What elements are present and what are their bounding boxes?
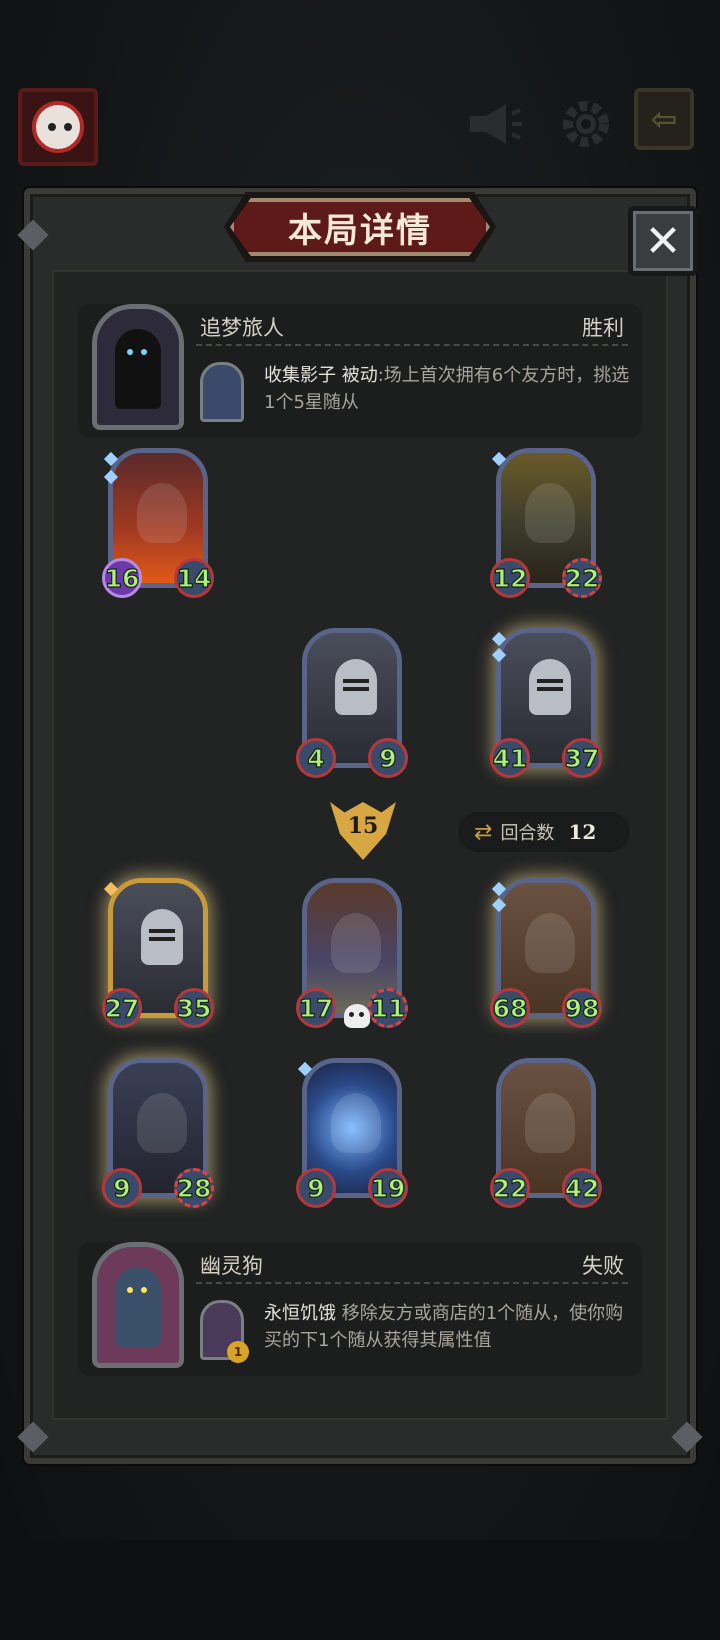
minion-card[interactable]: 9 28 xyxy=(102,1058,214,1208)
hero-power-description: 收集影子 被动:场上首次拥有6个友方时，挑选1个5星随从 xyxy=(264,362,634,416)
art-figure xyxy=(331,913,381,973)
art-figure xyxy=(525,913,575,973)
round-counter: ⇄ 回合数 12 xyxy=(458,812,630,852)
hero-eyes xyxy=(127,349,133,355)
health-value: 42 xyxy=(562,1168,602,1208)
attack-value: 9 xyxy=(102,1168,142,1208)
hero-figure-icon xyxy=(115,1267,161,1347)
health-value: 19 xyxy=(368,1168,408,1208)
minion-card[interactable]: 27 35 xyxy=(102,878,214,1028)
health-value: 37 xyxy=(562,738,602,778)
minion-card[interactable]: 4 9 xyxy=(296,628,408,778)
hero-figure-icon xyxy=(115,329,161,409)
attack-value: 17 xyxy=(296,988,336,1028)
attack-value: 12 xyxy=(490,558,530,598)
close-button[interactable]: ✕ xyxy=(628,206,698,276)
hero-power-cost-badge: 1 xyxy=(227,1341,249,1363)
minion-card[interactable]: 41 37 xyxy=(490,628,602,778)
refresh-icon: ⇄ xyxy=(474,819,493,845)
top-bar: ⇦ xyxy=(0,88,720,168)
health-value: 11 xyxy=(368,988,408,1028)
hero-power-icon[interactable]: 1 xyxy=(200,1300,249,1363)
player-avatar-button[interactable] xyxy=(18,88,98,166)
helmet-icon xyxy=(141,909,183,965)
art-figure xyxy=(137,1093,187,1153)
hero-portrait[interactable] xyxy=(92,1242,184,1368)
health-value: 9 xyxy=(368,738,408,778)
helmet-icon xyxy=(529,659,571,715)
attack-value: 16 xyxy=(102,558,142,598)
art-figure xyxy=(525,483,575,543)
hero-power-description: 永恒饥饿 移除友方或商店的1个随从，使你购买的下1个随从获得其属性值 xyxy=(264,1300,634,1354)
exit-icon[interactable]: ⇦ xyxy=(634,88,694,150)
player-result: 胜利 xyxy=(582,316,624,340)
player-name: 追梦旅人 xyxy=(200,316,284,340)
player-card-loser: 幽灵狗 失败 1 永恒饥饿 移除友方或商店的1个随从，使你购买的下1个随从获得其… xyxy=(78,1242,642,1376)
art-figure xyxy=(525,1093,575,1153)
hero-power-name: 永恒饥饿 xyxy=(264,1303,336,1324)
divider xyxy=(196,1282,628,1284)
player-name: 幽灵狗 xyxy=(200,1254,263,1278)
attack-value: 68 xyxy=(490,988,530,1028)
minion-card[interactable]: 12 22 xyxy=(490,448,602,598)
minion-card[interactable]: 22 42 xyxy=(490,1058,602,1208)
minion-card[interactable]: 16 14 xyxy=(102,448,214,598)
hero-portrait[interactable] xyxy=(92,304,184,430)
bottom-band xyxy=(0,1540,720,1640)
title-plate: 本局详情 xyxy=(230,198,490,256)
minion-card[interactable]: 68 98 xyxy=(490,878,602,1028)
player-card-winner: 追梦旅人 胜利 收集影子 被动:场上首次拥有6个友方时，挑选1个5星随从 xyxy=(78,304,642,438)
hero-eyes xyxy=(127,1287,133,1293)
round-value: 12 xyxy=(568,820,597,844)
hero-power-name: 收集影子 xyxy=(264,365,336,386)
attack-value: 41 xyxy=(490,738,530,778)
skull-icon xyxy=(344,1004,370,1028)
health-value: 35 xyxy=(174,988,214,1028)
health-value: 98 xyxy=(562,988,602,1028)
round-label: 回合数 xyxy=(500,823,555,844)
divider xyxy=(196,344,628,346)
art-figure xyxy=(331,1093,381,1153)
damage-value: 15 xyxy=(347,813,379,839)
art-figure xyxy=(137,483,187,543)
helmet-icon xyxy=(335,659,377,715)
attack-value: 4 xyxy=(296,738,336,778)
health-value: 28 xyxy=(174,1168,214,1208)
attack-value: 9 xyxy=(296,1168,336,1208)
minion-card[interactable]: 9 19 xyxy=(296,1058,408,1208)
avatar-face-icon xyxy=(32,101,84,153)
player-result: 失败 xyxy=(582,1254,624,1278)
health-value: 14 xyxy=(174,558,214,598)
hero-power-icon[interactable] xyxy=(200,362,244,422)
attack-value: 22 xyxy=(490,1168,530,1208)
health-value: 22 xyxy=(562,558,602,598)
hero-power-tag: 被动 xyxy=(341,365,378,386)
panel-title: 本局详情 xyxy=(288,210,432,251)
attack-value: 27 xyxy=(102,988,142,1028)
gear-icon[interactable] xyxy=(556,94,616,154)
megaphone-icon[interactable] xyxy=(462,94,522,154)
